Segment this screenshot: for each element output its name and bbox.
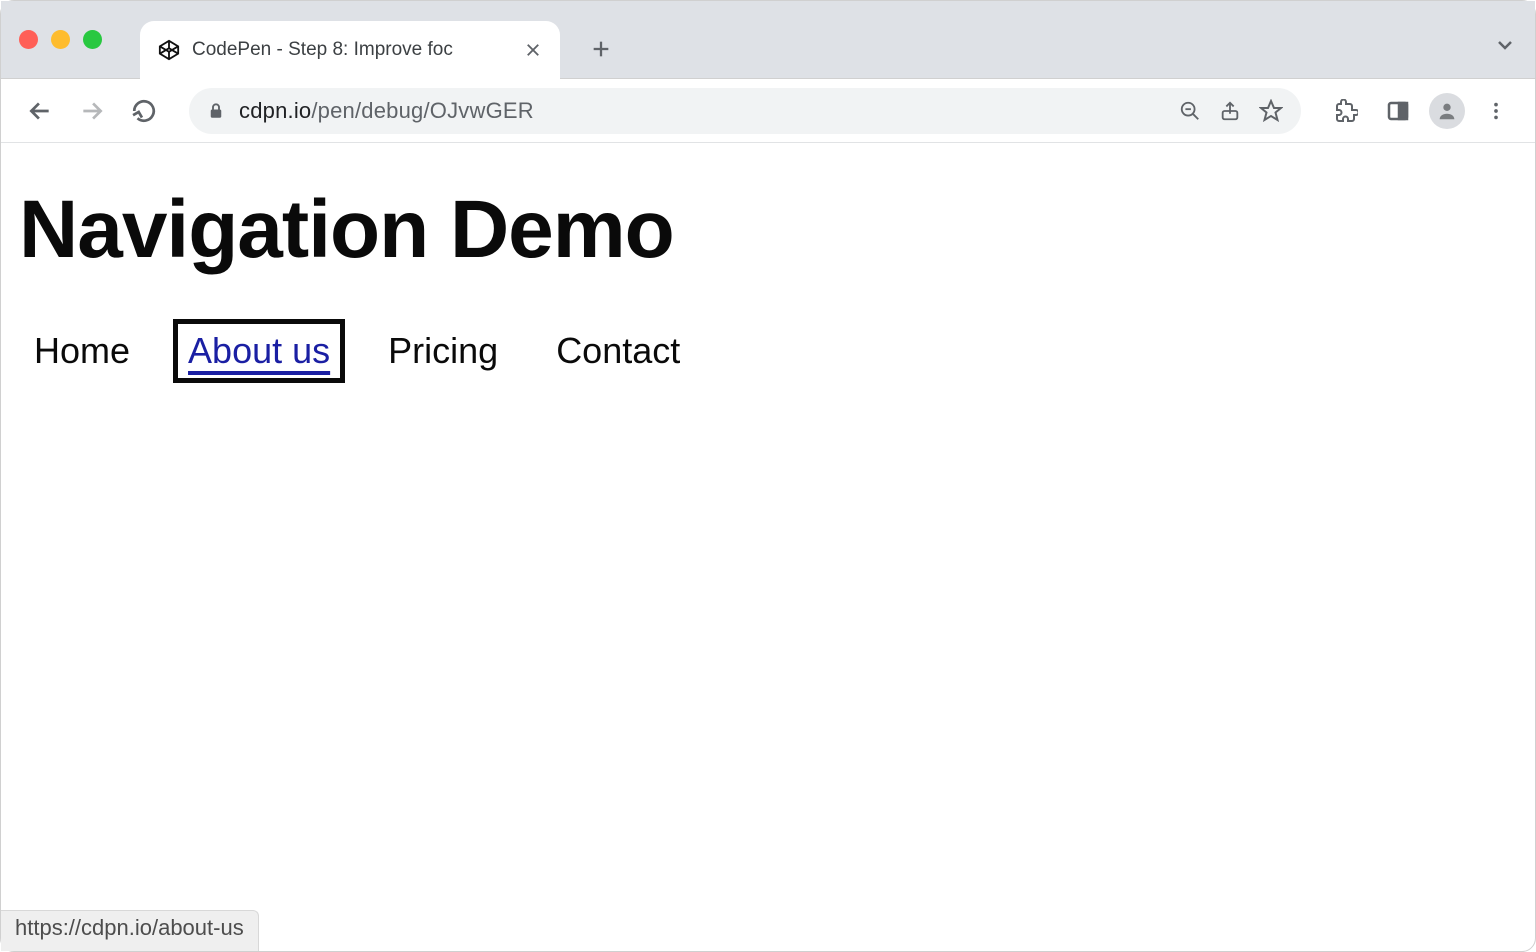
omnibox-actions — [1179, 99, 1283, 123]
share-icon[interactable] — [1219, 100, 1241, 122]
maximize-window-button[interactable] — [83, 30, 102, 49]
nav-link-home[interactable]: Home — [19, 319, 145, 383]
lock-icon — [207, 102, 225, 120]
profile-button[interactable] — [1429, 93, 1465, 129]
back-button[interactable] — [19, 90, 61, 132]
url-host: cdpn.io — [239, 98, 311, 123]
new-tab-button[interactable] — [578, 26, 624, 72]
forward-button[interactable] — [71, 90, 113, 132]
close-window-button[interactable] — [19, 30, 38, 49]
codepen-icon — [158, 39, 180, 61]
tab-close-icon[interactable] — [524, 41, 542, 59]
tab-title: CodePen - Step 8: Improve foc — [192, 39, 453, 61]
browser-tabstrip: CodePen - Step 8: Improve foc — [1, 1, 1535, 79]
side-panel-button[interactable] — [1377, 90, 1419, 132]
nav-link-contact[interactable]: Contact — [541, 319, 695, 383]
minimize-window-button[interactable] — [51, 30, 70, 49]
main-nav: Home About us Pricing Contact — [19, 319, 1517, 383]
url-text: cdpn.io/pen/debug/OJvwGER — [239, 98, 534, 124]
extensions-button[interactable] — [1325, 90, 1367, 132]
menu-button[interactable] — [1475, 90, 1517, 132]
window-controls — [19, 30, 102, 49]
url-path: /pen/debug/OJvwGER — [311, 98, 534, 123]
bookmark-icon[interactable] — [1259, 99, 1283, 123]
zoom-out-icon[interactable] — [1179, 100, 1201, 122]
tab-list-button[interactable] — [1493, 33, 1517, 57]
address-bar[interactable]: cdpn.io/pen/debug/OJvwGER — [189, 88, 1301, 134]
browser-tab[interactable]: CodePen - Step 8: Improve foc — [140, 21, 560, 79]
nav-link-pricing[interactable]: Pricing — [373, 319, 513, 383]
page-viewport: Navigation Demo Home About us Pricing Co… — [1, 143, 1535, 383]
page-title: Navigation Demo — [19, 183, 1517, 277]
nav-link-about-us[interactable]: About us — [173, 319, 345, 383]
reload-button[interactable] — [123, 90, 165, 132]
browser-toolbar: cdpn.io/pen/debug/OJvwGER — [1, 79, 1535, 143]
status-bar: https://cdpn.io/about-us — [1, 910, 259, 951]
